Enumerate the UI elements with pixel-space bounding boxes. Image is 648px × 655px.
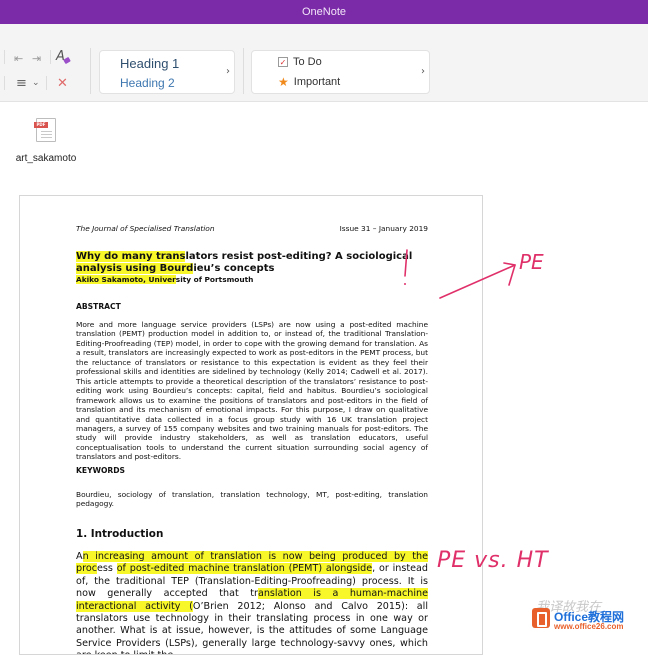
align-dropdown-chevron-icon[interactable]: ⌄ — [32, 77, 40, 89]
article-title: Why do many translators resist post-edit… — [76, 251, 428, 275]
tag-todo-label: To Do — [293, 56, 322, 68]
tag-important[interactable]: ★ Important — [278, 76, 340, 88]
highlight: Akiko Sakamoto, Univer — [76, 275, 176, 284]
style-heading-2[interactable]: Heading 2 — [120, 76, 175, 90]
file-line — [41, 134, 52, 135]
ribbon-divider — [4, 76, 5, 90]
align-icon[interactable]: ≡ — [16, 77, 27, 90]
author-text: sity of Portsmouth — [175, 275, 254, 284]
journal-name: The Journal of Specialised Translation — [76, 224, 215, 233]
office-logo-icon — [532, 608, 550, 628]
abstract-heading: ABSTRACT — [76, 302, 121, 311]
pdf-printout-page: The Journal of Specialised Translation I… — [19, 195, 483, 655]
highlight: Why do many trans — [76, 251, 186, 262]
attachment-filename: art_sakamoto — [15, 153, 77, 164]
title-bar: OneNote — [0, 0, 648, 24]
tags-more-chevron-icon[interactable]: › — [421, 66, 425, 77]
outdent-icon[interactable]: ⇤ — [14, 53, 23, 65]
article-author: Akiko Sakamoto, University of Portsmouth — [76, 275, 428, 284]
ribbon-divider — [4, 50, 5, 64]
star-icon: ★ — [278, 75, 289, 89]
ink-note-pe: PE — [519, 250, 544, 274]
introduction-text: An increasing amount of translation is n… — [76, 551, 428, 654]
arrow-head — [503, 262, 516, 286]
abstract-text: More and more language service providers… — [76, 320, 428, 462]
pdf-attachment[interactable]: PDF art_sakamoto — [14, 118, 78, 165]
title-text: lators resist post-editing? A sociologic… — [185, 251, 413, 262]
highlight: analysis using Bourd — [76, 263, 194, 274]
tag-important-label: Important — [293, 76, 341, 88]
app-title: OneNote — [301, 6, 347, 18]
checkbox-icon: ✓ — [278, 57, 288, 67]
watermark: 我译故我在 Office教程网 www.office26.com — [516, 596, 648, 634]
pdf-file-icon: PDF — [34, 118, 56, 142]
introduction-heading: 1. Introduction — [76, 528, 164, 540]
title-text: ieu’s concepts — [193, 263, 275, 274]
highlight: of post-edited machine translation (PEMT… — [116, 563, 373, 575]
keywords-text: Bourdieu, sociology of translation, tran… — [76, 490, 428, 509]
tag-todo[interactable]: ✓ To Do — [278, 56, 322, 68]
styles-gallery[interactable]: Heading 1 Heading 2 › — [99, 50, 235, 94]
ribbon-divider — [50, 50, 51, 64]
style-heading-1[interactable]: Heading 1 — [120, 56, 179, 71]
running-header: The Journal of Specialised Translation I… — [76, 224, 428, 233]
intro-text: ess — [96, 563, 117, 575]
ribbon-divider — [90, 48, 91, 94]
ribbon-divider — [46, 76, 47, 90]
issue-info: Issue 31 – January 2019 — [339, 224, 428, 233]
tags-gallery[interactable]: ✓ To Do ★ Important › — [251, 50, 430, 94]
file-line — [41, 137, 52, 138]
keywords-heading: KEYWORDS — [76, 466, 126, 475]
indent-icon[interactable]: ⇥ — [32, 53, 41, 65]
intro-text: A — [76, 551, 83, 562]
pdf-badge: PDF — [34, 122, 48, 128]
delete-icon[interactable]: ✕ — [57, 77, 68, 90]
eraser-icon — [63, 56, 71, 65]
styles-more-chevron-icon[interactable]: › — [226, 66, 230, 77]
file-line — [41, 131, 52, 132]
watermark-url: www.office26.com — [554, 622, 624, 631]
ribbon-divider — [243, 48, 244, 94]
